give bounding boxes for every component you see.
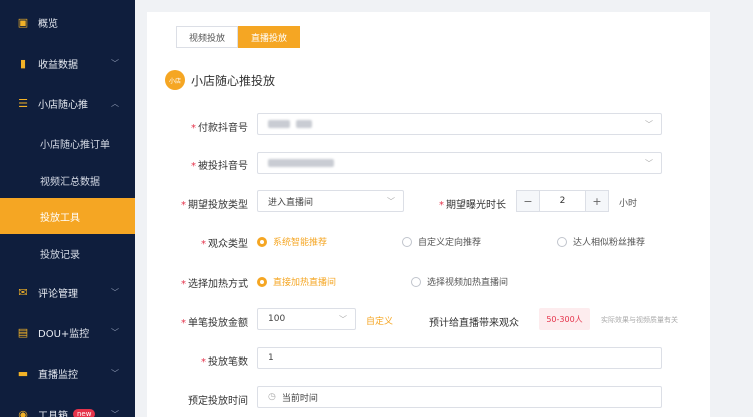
store-logo-icon: 小店 xyxy=(165,70,185,90)
audience-radio-similar[interactable]: 达人相似粉丝推荐 xyxy=(557,235,645,248)
chevron-down-icon: ﹀ xyxy=(645,158,653,168)
goal-label: * 期望投放类型 xyxy=(181,200,248,211)
sidebar-subitem-label: 投放工具 xyxy=(40,212,80,224)
goal-value: 进入直播间 xyxy=(268,197,314,208)
amount-value: 100 xyxy=(268,314,286,324)
bar-chart-icon: ▮ xyxy=(19,56,27,70)
sidebar-subitem-tools[interactable]: 投放工具 xyxy=(0,198,135,234)
radio-label: 系统智能推荐 xyxy=(273,238,328,248)
audience-radio-custom[interactable]: 自定义定向推荐 xyxy=(402,235,481,248)
sidebar-item-toolbox[interactable]: ◉ 工具箱 new ﹀ xyxy=(0,396,135,417)
sidebar-subitem-label: 小店随心推订单 xyxy=(40,139,110,151)
masked-account xyxy=(296,120,312,128)
target-account-select[interactable]: ﹀ xyxy=(257,152,662,174)
heat-radio-video[interactable]: 选择视频加热直播间 xyxy=(411,275,508,288)
amount-select[interactable]: 100 ﹀ xyxy=(257,308,356,330)
radio-dot xyxy=(557,236,567,247)
clock-icon: ◷ xyxy=(268,392,276,402)
sidebar-item-revenue[interactable]: ▮ 收益数据 ﹀ xyxy=(0,45,135,81)
duration-value[interactable]: 2 xyxy=(539,191,586,211)
audience-label: * 观众类型 xyxy=(201,239,248,250)
sidebar-item-xiaodian[interactable]: ☰ 小店随心推 ︿ xyxy=(0,85,135,121)
estimate-note: 实际效果与视频质量有关 xyxy=(601,316,678,324)
radio-dot xyxy=(411,276,421,287)
schedule-time-picker[interactable]: ◷ 当前时间 xyxy=(257,386,662,408)
audience-radio-smart[interactable]: 系统智能推荐 xyxy=(257,235,327,248)
radio-label: 自定义定向推荐 xyxy=(418,238,482,248)
count-value: 1 xyxy=(268,353,274,363)
masked-account xyxy=(268,159,334,167)
live-icon: ▬ xyxy=(17,366,29,380)
section-title: 小店 小店随心推投放 xyxy=(165,70,275,90)
radio-label: 选择视频加热直播间 xyxy=(427,278,509,288)
new-badge: new xyxy=(73,409,96,417)
comment-icon: ✉ xyxy=(18,285,28,299)
radio-dot xyxy=(257,236,267,247)
amount-label: * 单笔投放金额 xyxy=(181,318,248,329)
chevron-down-icon: ﹀ xyxy=(111,327,119,337)
chevron-down-icon: ﹀ xyxy=(387,196,395,206)
chevron-down-icon: ﹀ xyxy=(111,287,119,297)
chevron-down-icon: ﹀ xyxy=(111,58,119,68)
sidebar-item-label: 收益数据 xyxy=(38,59,78,71)
count-label: * 投放笔数 xyxy=(201,357,248,368)
tab-video-launch[interactable]: 视频投放 xyxy=(176,26,239,48)
chevron-down-icon: ﹀ xyxy=(645,119,653,129)
monitor-icon: ▤ xyxy=(17,325,29,339)
store-icon: ☰ xyxy=(18,96,28,110)
sidebar: ▣ 概览 ▮ 收益数据 ﹀ ☰ 小店随心推 ︿ 小店随心推订单 视频汇总数据 投… xyxy=(0,0,135,417)
masked-account xyxy=(268,120,290,128)
radio-label: 达人相似粉丝推荐 xyxy=(573,238,646,248)
duration-stepper: − 2 + xyxy=(516,190,609,212)
count-input[interactable]: 1 xyxy=(257,347,662,369)
duration-unit: 小时 xyxy=(619,199,638,209)
sidebar-item-label: 概览 xyxy=(38,18,58,30)
sidebar-item-label: 小店随心推 xyxy=(38,99,88,111)
sidebar-item-overview[interactable]: ▣ 概览 xyxy=(0,4,135,40)
chart-box-icon: ▣ xyxy=(17,15,29,29)
schedule-time-value: 当前时间 xyxy=(281,393,318,404)
section-title-text: 小店随心推投放 xyxy=(191,73,276,88)
chevron-down-icon: ﹀ xyxy=(111,368,119,378)
sidebar-item-label: 工具箱 xyxy=(38,410,68,417)
heat-method-label: * 选择加热方式 xyxy=(181,279,248,290)
pay-account-select[interactable]: ﹀ xyxy=(257,113,662,135)
estimate-label: 预计给直播带来观众 xyxy=(429,318,519,329)
sidebar-subitem-records[interactable]: 投放记录 xyxy=(0,235,135,271)
sidebar-item-label: 评论管理 xyxy=(38,288,78,300)
sidebar-item-dou-monitor[interactable]: ▤ DOU+监控 ﹀ xyxy=(0,314,135,350)
sidebar-subitem-label: 视频汇总数据 xyxy=(40,176,100,188)
heat-radio-direct[interactable]: 直接加热直播间 xyxy=(257,275,336,288)
decrement-button[interactable]: − xyxy=(517,191,539,211)
tab-bar: 视频投放 直播投放 xyxy=(176,26,301,48)
target-account-label: * 被投抖音号 xyxy=(191,161,248,172)
duration-label: * 期望曝光时长 xyxy=(439,200,506,211)
tab-live-launch[interactable]: 直播投放 xyxy=(238,26,301,48)
chevron-up-icon: ︿ xyxy=(111,98,119,108)
increment-button[interactable]: + xyxy=(586,191,608,211)
toolbox-icon: ◉ xyxy=(18,407,28,417)
radio-label: 直接加热直播间 xyxy=(273,278,337,288)
sidebar-item-live-monitor[interactable]: ▬ 直播监控 ﹀ xyxy=(0,355,135,391)
schedule-time-label: 预定投放时间 xyxy=(188,396,248,407)
chevron-down-icon: ﹀ xyxy=(339,314,347,324)
estimate-value-tag: 50-300人 xyxy=(539,308,590,330)
sidebar-item-label: DOU+监控 xyxy=(38,328,90,340)
radio-dot xyxy=(257,276,267,287)
goal-select[interactable]: 进入直播间 ﹀ xyxy=(257,190,404,212)
sidebar-subitem-label: 投放记录 xyxy=(40,249,80,261)
sidebar-item-comments[interactable]: ✉ 评论管理 ﹀ xyxy=(0,274,135,310)
radio-dot xyxy=(402,236,412,247)
pay-account-label: * 付款抖音号 xyxy=(191,123,248,134)
chevron-down-icon: ﹀ xyxy=(111,409,119,417)
sidebar-subitem-video-summary[interactable]: 视频汇总数据 xyxy=(0,162,135,198)
sidebar-subitem-orders[interactable]: 小店随心推订单 xyxy=(0,125,135,161)
custom-amount-link[interactable]: 自定义 xyxy=(366,314,393,327)
sidebar-item-label: 直播监控 xyxy=(38,369,78,381)
